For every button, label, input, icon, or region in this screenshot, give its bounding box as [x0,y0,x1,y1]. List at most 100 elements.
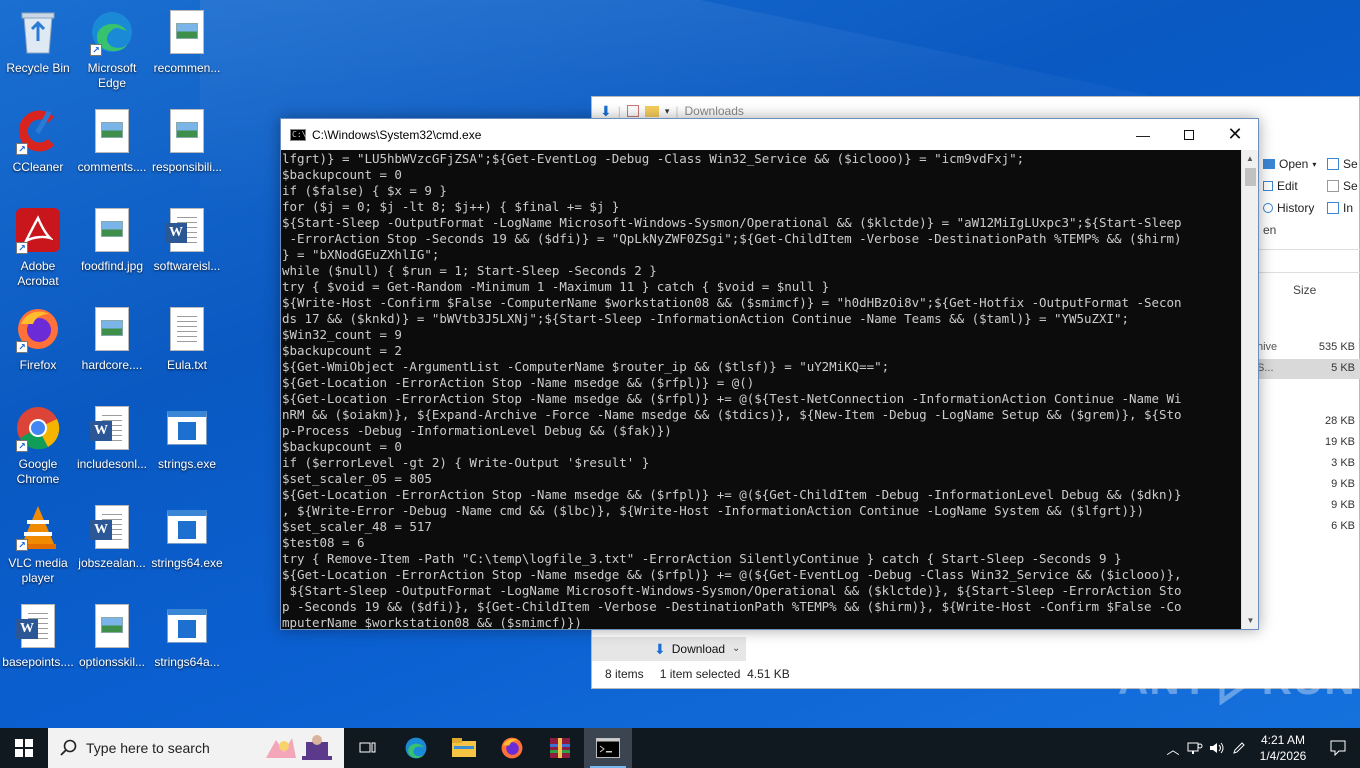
desktop-icon-google-chrome[interactable]: ↗ Google Chrome [0,400,76,492]
ribbon-invert-selection-button[interactable]: In [1327,201,1353,215]
desktop-icon-label: softwareisl... [153,259,221,273]
taskbar: Type here to search ︿ 4:21 AM 1/4/2026 [0,728,1360,768]
column-header-size[interactable]: Size [1293,283,1316,297]
down-arrow-icon: ⬇ [600,102,612,119]
desktop-icon-label: Eula.txt [166,358,208,372]
taskbar-file-explorer[interactable] [440,728,488,768]
desktop-icon-recycle-bin[interactable]: Recycle Bin [0,4,76,96]
desktop-icon-comments[interactable]: comments.... [74,103,150,195]
desktop-icon-strings64-exe[interactable]: strings64.exe [149,499,225,591]
desktop-icon-label: recommen... [153,61,221,75]
exe-icon [163,404,211,452]
explorer-ribbon: Open ▾ Edit History en Se Se In [1263,153,1359,245]
file-size-cell: 5 KB [1331,362,1355,374]
volume-icon[interactable] [1206,728,1228,768]
desktop-icon-label: basepoints.... [2,655,74,669]
play-logo-icon [1219,655,1256,705]
console-line: $set_scaler_05 = 805 [282,471,432,486]
quick-access-dropdown-icon[interactable]: ▾ [665,106,670,117]
desktop-icon-basepoints[interactable]: W basepoints.... [0,598,76,690]
taskbar-winrar[interactable] [536,728,584,768]
taskbar-task-view[interactable] [344,728,392,768]
desktop-icon-label: includesonl... [76,457,148,471]
desktop-icon-label: hardcore.... [81,358,143,372]
console-line: ${Start-Sleep -OutputFormat -LogName Mic… [282,215,1182,230]
taskbar-firefox[interactable] [488,728,536,768]
console-scrollbar[interactable]: ▲ ▼ [1241,150,1258,629]
ribbon-edit-button[interactable]: Edit [1263,179,1298,193]
console-line: for ($j = 0; $j -lt 8; $j++) { $final +=… [282,199,620,214]
desktop-icon-microsoft-edge[interactable]: ↗ Microsoft Edge [74,4,150,96]
tray-overflow-chevron-icon[interactable]: ︿ [1162,728,1184,768]
minimize-icon: — [1136,126,1150,143]
ribbon-history-button[interactable]: History [1263,201,1314,215]
action-center-button[interactable] [1316,728,1360,768]
desktop-icon-softwareisl[interactable]: W softwareisl... [149,202,225,294]
chrome-icon: ↗ [14,404,62,452]
anyrun-watermark: ANY RUN [1118,655,1356,705]
desktop-icon-strings64a[interactable]: strings64a... [149,598,225,690]
winrar-icon [550,738,570,758]
scroll-up-icon[interactable]: ▲ [1242,150,1258,167]
language-pen-icon[interactable] [1228,728,1250,768]
desktop-icon-includesonl[interactable]: W includesonl... [74,400,150,492]
desktop-icon-recommen[interactable]: recommen... [149,4,225,96]
desktop-icon-label: strings.exe [157,457,217,471]
desktop-icon-jobszealan[interactable]: W jobszealan... [74,499,150,591]
scrollbar-thumb[interactable] [1245,168,1256,186]
maximize-button[interactable] [1166,119,1212,150]
console-line: mputerName $workstation08 && ($smimcf)}) [282,615,582,629]
close-button[interactable]: ✕ [1212,119,1258,150]
desktop-icon-adobe-acrobat[interactable]: ↗ Adobe Acrobat [0,202,76,294]
taskbar-search-box[interactable]: Type here to search [48,728,344,768]
image-file-icon [88,602,136,650]
console-line: } = "bXNodGEuZXhlIG"; [282,247,440,262]
desktop-icon-hardcore[interactable]: hardcore.... [74,301,150,393]
console-line: p -Seconds 19 && ($dfi)}, ${Get-ChildIte… [282,599,1182,614]
taskbar-edge[interactable] [392,728,440,768]
word-doc-icon: W [163,206,211,254]
desktop-icon-label: Firefox [19,358,57,372]
invert-selection-icon [1327,202,1339,214]
ribbon-open-button[interactable]: Open ▾ [1263,157,1316,171]
desktop-icon-optionsskil[interactable]: optionsskil... [74,598,150,690]
minimize-button[interactable]: — [1120,119,1166,150]
shortcut-arrow-icon: ↗ [90,44,102,56]
nav-pane-downloads[interactable]: ⬇ Download [592,637,746,661]
desktop-icon-ccleaner[interactable]: ↗ CCleaner [0,103,76,195]
desktop-icon-label: Adobe Acrobat [17,259,59,288]
history-icon [1263,203,1273,213]
scroll-down-icon[interactable]: ▼ [1242,612,1259,629]
cmd-window[interactable]: C:\ C:\Windows\System32\cmd.exe — ✕ lfgr… [280,118,1259,630]
desktop-icon-vlc[interactable]: ↗ VLC media player [0,499,76,591]
console-output[interactable]: lfgrt)} = "LU5hbWVzcGFjZSA";${Get-EventL… [281,150,1241,629]
vlc-icon: ↗ [14,503,62,551]
file-size-cell: 535 KB [1318,341,1355,353]
start-button[interactable] [0,728,48,768]
cmd-titlebar[interactable]: C:\ C:\Windows\System32\cmd.exe — ✕ [281,119,1258,150]
desktop-icon-strings-exe[interactable]: strings.exe [149,400,225,492]
ribbon-select-none-button[interactable]: Se [1327,179,1358,193]
select-all-icon [1327,158,1339,170]
desktop-icon-eula[interactable]: Eula.txt [149,301,225,393]
desktop-icon-firefox[interactable]: ↗ Firefox [0,301,76,393]
desktop-icon-foodfind[interactable]: foodfind.jpg [74,202,150,294]
desktop-icon-responsibili[interactable]: responsibili... [149,103,225,195]
file-size-cell: 9 KB [1331,478,1355,490]
console-line: try { $void = Get-Random -Minimum 1 -Max… [282,279,830,294]
cmd-icon: C:\ [290,128,307,141]
console-line: ${Write-Host -Confirm $False -ComputerNa… [282,295,1182,310]
file-explorer-icon [452,738,476,757]
console-line: $test08 = 6 [282,535,365,550]
word-doc-icon: W [88,404,136,452]
console-line: $backupcount = 0 [282,167,402,182]
taskbar-clock[interactable]: 4:21 AM 1/4/2026 [1250,732,1316,764]
network-icon[interactable] [1184,728,1206,768]
ribbon-select-all-button[interactable]: Se [1327,157,1358,171]
windows-logo-icon [15,739,33,757]
cmd-title: C:\Windows\System32\cmd.exe [312,127,482,142]
taskbar-cmd[interactable] [584,728,632,768]
properties-icon [626,105,639,117]
console-line: , ${Write-Error -Debug -Name cmd && ($lb… [282,503,1144,518]
nav-scroll-down-icon[interactable]: ⌄ [732,643,740,654]
